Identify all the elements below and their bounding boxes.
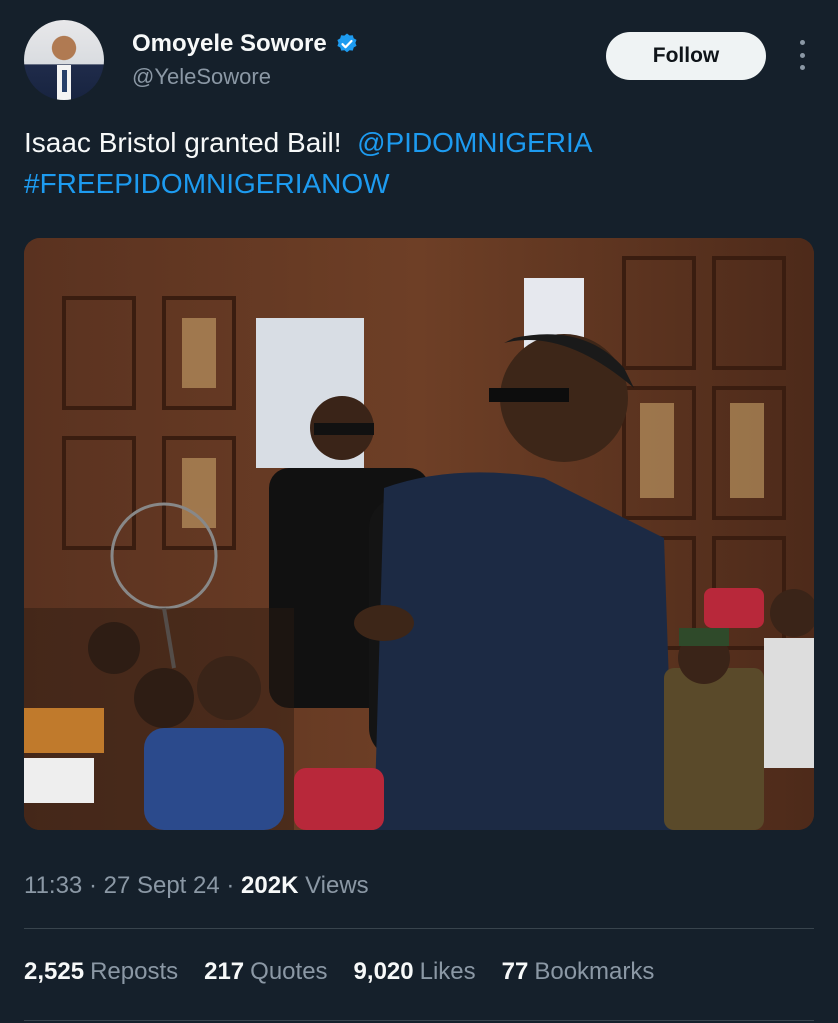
views-count: 202K	[241, 872, 299, 899]
author-display-name[interactable]: Omoyele Sowore	[132, 30, 327, 58]
mention-link[interactable]: @PIDOMNIGERIA	[357, 127, 592, 158]
tweet-meta: 11:33 · 27 Sept 24 · 202K Views	[24, 872, 369, 899]
hashtag-link[interactable]: #FREEPIDOMNIGERIANOW	[24, 168, 390, 199]
tweet-photo[interactable]	[24, 238, 814, 830]
courtroom-photo	[24, 238, 814, 830]
reposts-stat[interactable]: 2,525 Reposts	[24, 958, 178, 986]
likes-count: 9,020	[353, 958, 414, 985]
tweet-time[interactable]: 11:33	[24, 872, 82, 899]
quotes-stat[interactable]: 217 Quotes	[204, 958, 327, 986]
bookmarks-stat[interactable]: 77 Bookmarks	[502, 958, 655, 986]
divider	[24, 1020, 814, 1021]
author-handle[interactable]: @YeleSowore	[132, 64, 271, 90]
tweet-header: Omoyele Sowore @YeleSowore Follow	[24, 20, 814, 110]
likes-stat[interactable]: 9,020 Likes	[354, 958, 476, 986]
avatar[interactable]	[24, 20, 104, 100]
author-name-row: Omoyele Sowore	[132, 30, 359, 58]
tweet-text: Isaac Bristol granted Bail! @PIDOMNIGERI…	[24, 122, 814, 204]
bookmarks-label: Bookmarks	[534, 958, 655, 985]
tweet-date[interactable]: 27 Sept 24	[104, 872, 220, 899]
quotes-count: 217	[204, 958, 245, 985]
verified-badge-icon	[337, 33, 357, 53]
engagement-stats: 2,525 Reposts 217 Quotes 9,020 Likes 77 Book…	[24, 958, 654, 986]
tweet-body: Isaac Bristol granted Bail!	[24, 127, 342, 158]
quotes-label: Quotes	[250, 958, 328, 985]
reposts-label: Reposts	[90, 958, 179, 985]
more-options-icon[interactable]	[798, 40, 806, 70]
likes-label: Likes	[419, 958, 476, 985]
follow-button[interactable]: Follow	[606, 32, 766, 80]
reposts-count: 2,525	[24, 958, 85, 985]
views-label: Views	[305, 872, 369, 899]
bookmarks-count: 77	[501, 958, 529, 985]
divider	[24, 928, 814, 929]
